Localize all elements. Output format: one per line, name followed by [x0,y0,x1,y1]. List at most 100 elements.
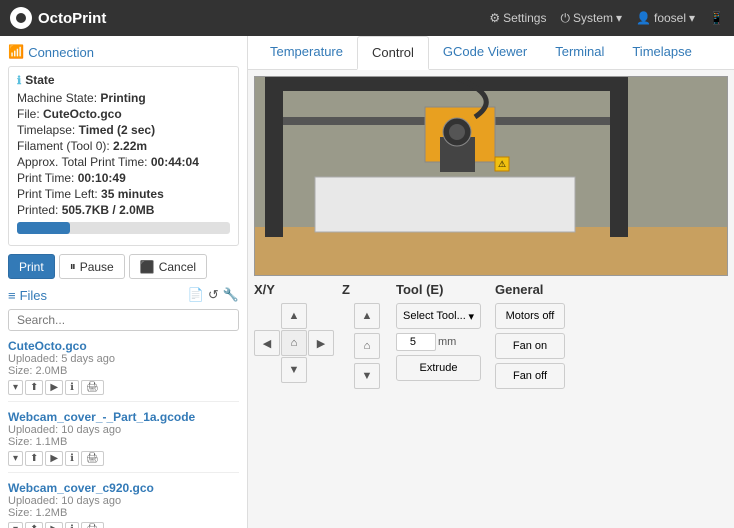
file-row: File: CuteOcto.gco [17,107,230,121]
state-box: ℹ State Machine State: Printing File: Cu… [8,66,239,246]
print-controls: Print ⏸ Pause ⬛ Cancel [8,254,239,279]
logo-icon [10,7,32,29]
z-down-button[interactable]: ▼ [354,363,380,389]
header-nav: ⚙ Settings ⏻ System ▾ 👤 foosel ▾ 📱 [489,11,724,26]
file-name-2[interactable]: Webcam_cover_c920.gco [8,481,239,495]
app-title: OctoPrint [38,10,106,27]
xy-home-button[interactable]: ⌂ [281,330,307,356]
files-label: Files [20,288,47,303]
header: OctoPrint ⚙ Settings ⏻ System ▾ 👤 foosel… [0,0,734,36]
file-actions-2: ▾ ⬆ ▶ ℹ 🖨 [8,522,239,528]
motors-off-button[interactable]: Motors off [495,303,565,329]
header-left: OctoPrint [10,7,106,29]
file-delete-2[interactable]: 🖨 [81,522,104,528]
file-upload-2[interactable]: ⬆ [25,522,43,528]
file-info-0[interactable]: ℹ [65,380,79,395]
list-icon: ≡ [8,288,16,303]
z-up-button[interactable]: ▲ [354,303,380,329]
print-time-row: Print Time: 00:10:49 [17,171,230,185]
file-list: CuteOcto.gco Uploaded: 5 days ago Size: … [8,339,239,528]
camera-section: ⚠ X/Y Z Tool (E) General [254,76,728,522]
tab-gcode-viewer[interactable]: GCode Viewer [429,36,541,69]
settings-icon[interactable]: 🔧 [223,287,239,303]
control-inputs: ▲ ◀ ⌂ ▶ ▼ ▲ ⌂ ▼ [254,303,728,389]
file-meta-2: Uploaded: 10 days ago [8,495,239,507]
approx-row: Approx. Total Print Time: 00:44:04 [17,155,230,169]
z-header: Z [342,282,392,297]
file-dropdown-1[interactable]: ▾ [8,451,23,466]
printed-row: Printed: 505.7KB / 2.0MB [17,203,230,217]
file-meta-0: Uploaded: 5 days ago [8,353,239,365]
control-headers: X/Y Z Tool (E) General [254,282,728,297]
file-size-0: Size: 2.0MB [8,365,239,377]
fan-on-button[interactable]: Fan on [495,333,565,359]
user-nav[interactable]: 👤 foosel ▾ [636,11,695,25]
file-dropdown-0[interactable]: ▾ [8,380,23,395]
tool-controls: Select Tool... ▾ mm Extrude [396,303,491,381]
general-controls: Motors off Fan on Fan off [495,303,575,389]
file-info-1[interactable]: ℹ [65,451,79,466]
settings-nav[interactable]: ⚙ Settings [489,11,546,25]
main-layout: 📶 Connection ℹ State Machine State: Prin… [0,36,734,528]
connection-label: Connection [28,45,94,60]
xy-up-button[interactable]: ▲ [281,303,307,329]
dropdown-arrow-icon: ▾ [468,310,474,323]
file-meta-1: Uploaded: 10 days ago [8,424,239,436]
pause-button[interactable]: ⏸ Pause [59,254,125,279]
tab-control[interactable]: Control [357,36,429,70]
list-item: Webcam_cover_c920.gco Uploaded: 10 days … [8,481,239,528]
tab-terminal[interactable]: Terminal [541,36,618,69]
file-dropdown-2[interactable]: ▾ [8,522,23,528]
xy-controls: ▲ ◀ ⌂ ▶ ▼ [254,303,338,383]
cancel-button[interactable]: ⬛ Cancel [129,254,207,279]
mm-label: mm [438,336,456,348]
file-print-2[interactable]: ▶ [45,522,63,528]
mobile-icon[interactable]: 📱 [709,11,724,25]
tab-content-control: ⚠ X/Y Z Tool (E) General [248,70,734,528]
xy-right-button[interactable]: ▶ [308,330,334,356]
time-left-row: Print Time Left: 35 minutes [17,187,230,201]
xy-left-button[interactable]: ◀ [254,330,280,356]
mm-input[interactable] [396,333,436,351]
file-actions-0: ▾ ⬆ ▶ ℹ 🖨 [8,380,239,395]
new-file-icon[interactable]: 📄 [188,287,204,303]
file-print-0[interactable]: ▶ [45,380,63,395]
list-item: CuteOcto.gco Uploaded: 5 days ago Size: … [8,339,239,402]
info-icon: ℹ [17,74,21,87]
z-home-button[interactable]: ⌂ [354,333,380,359]
content-area: Temperature Control GCode Viewer Termina… [248,36,734,528]
list-item: Webcam_cover_-_Part_1a.gcode Uploaded: 1… [8,410,239,473]
tab-bar: Temperature Control GCode Viewer Termina… [248,36,734,70]
z-controls: ▲ ⌂ ▼ [342,303,392,389]
tab-timelapse[interactable]: Timelapse [618,36,705,69]
file-info-2[interactable]: ℹ [65,522,79,528]
xy-header: X/Y [254,282,338,297]
xy-down-button[interactable]: ▼ [281,357,307,383]
refresh-icon[interactable]: ↺ [208,287,219,303]
system-nav[interactable]: ⏻ System ▾ [560,11,622,26]
files-header: ≡ Files 📄 ↺ 🔧 [8,287,239,303]
file-upload-1[interactable]: ⬆ [25,451,43,466]
timelapse-row: Timelapse: Timed (2 sec) [17,123,230,137]
file-name-0[interactable]: CuteOcto.gco [8,339,239,353]
state-title: State [25,73,54,87]
filament-row: Filament (Tool 0): 2.22m [17,139,230,153]
file-delete-1[interactable]: 🖨 [81,451,104,466]
mm-input-row: mm [396,333,491,351]
file-delete-0[interactable]: 🖨 [81,380,104,395]
printer-image-svg: ⚠ [255,77,727,276]
print-button[interactable]: Print [8,254,55,279]
select-tool-button[interactable]: Select Tool... ▾ [396,303,481,329]
search-input[interactable] [8,309,239,331]
xy-grid: ▲ ◀ ⌂ ▶ ▼ [254,303,338,383]
files-icons: 📄 ↺ 🔧 [188,287,239,303]
tab-temperature[interactable]: Temperature [256,36,357,69]
file-name-1[interactable]: Webcam_cover_-_Part_1a.gcode [8,410,239,424]
connection-section[interactable]: 📶 Connection [8,44,239,60]
file-upload-0[interactable]: ⬆ [25,380,43,395]
file-print-1[interactable]: ▶ [45,451,63,466]
fan-off-button[interactable]: Fan off [495,363,565,389]
extrude-button[interactable]: Extrude [396,355,481,381]
file-actions-1: ▾ ⬆ ▶ ℹ 🖨 [8,451,239,466]
files-section-title[interactable]: ≡ Files [8,288,47,303]
